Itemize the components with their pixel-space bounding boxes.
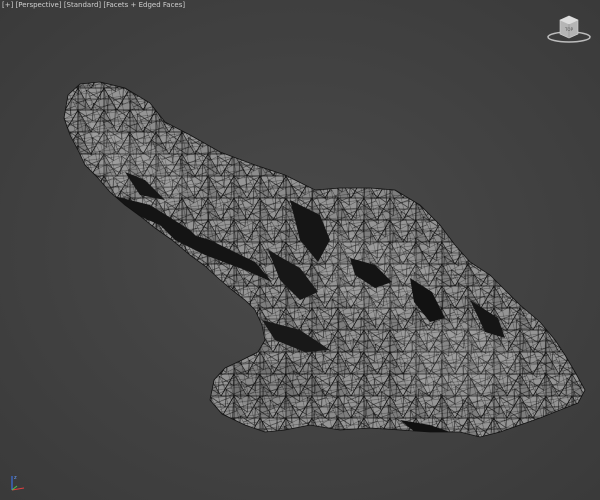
axis-z-label: z [14, 475, 17, 481]
axis-tripod-icon: z [11, 475, 25, 491]
rock-mesh[interactable] [0, 0, 600, 500]
perspective-viewport[interactable]: [+] [Perspective] [Standard] [Facets + E… [0, 0, 600, 500]
